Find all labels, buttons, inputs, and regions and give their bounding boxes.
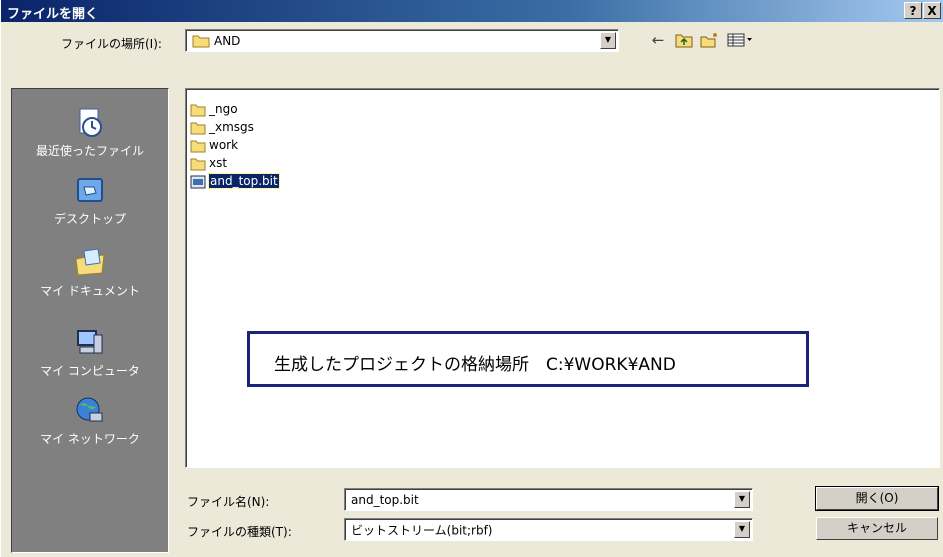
title-bar[interactable]: ファイルを開く ? X — [1, 0, 943, 22]
network-icon — [76, 397, 103, 422]
place-documents[interactable]: マイ ドキュメント — [12, 247, 168, 299]
place-recent[interactable]: 最近使ったファイル — [12, 107, 168, 159]
place-network-label: マイ ネットワーク — [40, 432, 140, 446]
location-annotation: 生成したプロジェクトの格納場所 C:¥WORK¥AND — [247, 331, 809, 387]
chevron-down-icon[interactable]: ▼ — [734, 521, 750, 538]
list-item[interactable]: work — [190, 137, 238, 153]
place-documents-label: マイ ドキュメント — [40, 284, 140, 298]
folder-icon — [190, 158, 206, 170]
documents-icon — [75, 248, 105, 276]
up-folder-icon[interactable] — [673, 30, 695, 50]
back-icon[interactable]: ← — [647, 30, 669, 50]
desktop-icon — [77, 178, 103, 202]
place-recent-label: 最近使ったファイル — [35, 144, 144, 158]
location-combo[interactable]: AND ▼ — [185, 29, 619, 52]
filetype-select[interactable]: ビットストリーム(bit;rbf) ▼ — [344, 518, 753, 541]
new-folder-icon[interactable] — [699, 30, 721, 50]
folder-icon — [190, 104, 206, 116]
open-file-dialog: ファイルを開く ? X ファイルの場所(I): AND ▼ ← 最近使ったファイ… — [0, 0, 943, 557]
place-network[interactable]: マイ ネットワーク — [12, 395, 168, 447]
cancel-button[interactable]: キャンセル — [816, 517, 938, 540]
folder-icon — [190, 140, 206, 152]
filetype-value: ビットストリーム(bit;rbf) — [351, 523, 493, 537]
close-button[interactable]: X — [923, 2, 941, 19]
bitstream-file-icon — [190, 175, 206, 188]
dialog-title: ファイルを開く — [7, 7, 99, 22]
places-bar: 最近使ったファイル デスクトップ マイ ドキュメント マイ コンピュータ マイ … — [11, 88, 169, 553]
chevron-down-icon[interactable]: ▼ — [734, 491, 750, 508]
filename-input[interactable]: and_top.bit ▼ — [344, 488, 753, 511]
list-item[interactable]: and_top.bit — [190, 173, 280, 189]
location-label: ファイルの場所(I): — [61, 37, 162, 51]
place-computer-label: マイ コンピュータ — [40, 364, 140, 378]
recent-icon — [79, 108, 102, 137]
help-button[interactable]: ? — [904, 2, 922, 19]
file-list[interactable]: _ngo _xmsgs work xst and_top.bit — [185, 88, 940, 468]
folder-icon — [192, 35, 210, 48]
annotation-text: 生成したプロジェクトの格納場所 C:¥WORK¥AND — [274, 355, 676, 375]
place-computer[interactable]: マイ コンピュータ — [12, 327, 168, 379]
view-menu-icon[interactable] — [725, 30, 757, 50]
location-value: AND — [214, 33, 241, 48]
filetype-label: ファイルの種類(T): — [187, 525, 292, 539]
place-desktop[interactable]: デスクトップ — [12, 175, 168, 227]
place-desktop-label: デスクトップ — [53, 212, 126, 226]
computer-icon — [77, 330, 103, 354]
list-item[interactable]: _xmsgs — [190, 119, 254, 135]
filename-label: ファイル名(N): — [187, 495, 270, 509]
chevron-down-icon[interactable]: ▼ — [600, 32, 616, 49]
list-item[interactable]: xst — [190, 155, 227, 171]
filename-value: and_top.bit — [351, 492, 419, 507]
open-button[interactable]: 開く(O) — [815, 486, 939, 511]
folder-icon — [190, 122, 206, 134]
list-item[interactable]: _ngo — [190, 101, 238, 117]
